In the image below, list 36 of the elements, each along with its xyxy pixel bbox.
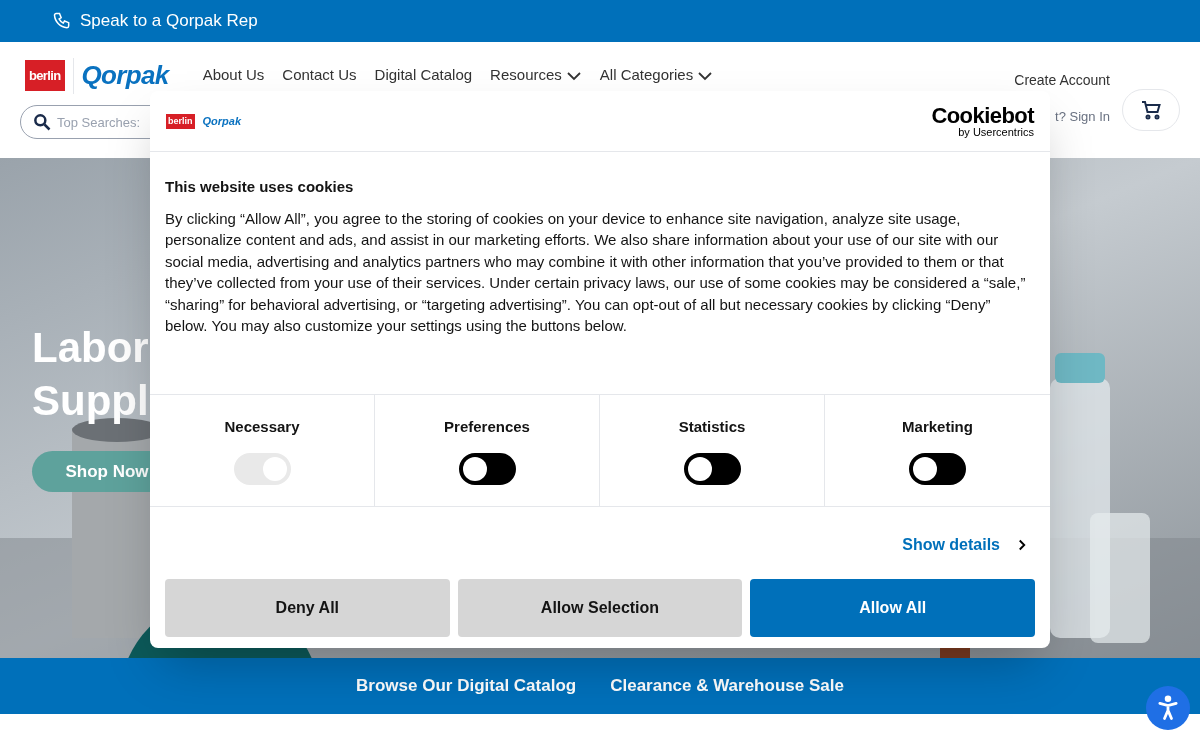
promo-link[interactable]: Clearance & Warehouse Sale	[610, 673, 844, 699]
consent-button[interactable]: Allow Selection	[457, 579, 743, 637]
consent-button[interactable]: Allow All	[750, 579, 1035, 637]
logo-mark: berlin	[166, 113, 195, 129]
dialog-body: By clicking “Allow All”, you agree to the storing of cookies on your device to enhance site navigation, analyze site usage, personalize content and ads, and assist in our marketing efforts. We also share information about your use of our site with our social media, advertising and analytics partners who may combine it with other information that you’ve provided to them or that they’ve collected from your use of their services. Under certain privacy laws, our use of some cookies may be considered a “sale,” “sharing” for behavioral advertising, or “targeting advertising”. You can opt-out of all but necessary cookies by clicking “Deny” below. You may also customize your settings using the buttons below.	[165, 208, 1027, 336]
hero-heading: Labor	[32, 323, 149, 373]
phone-link[interactable]: Speak to a Qorpak Rep	[80, 8, 258, 34]
logo-mark: berlin	[25, 60, 65, 91]
nav-link[interactable]: About Us	[202, 64, 265, 87]
provider-logo: Cookiebot	[931, 104, 1034, 127]
nav-link[interactable]: Digital Catalog	[374, 64, 473, 87]
dialog-title: This website uses cookies	[165, 177, 355, 197]
provider-byline: by Usercentrics	[958, 126, 1034, 138]
sign-in-link[interactable]: t? Sign In	[1055, 106, 1110, 127]
category-label: Preferences	[444, 417, 530, 438]
category-label: Necessary	[224, 417, 300, 438]
accessibility-button[interactable]	[1146, 686, 1190, 730]
nav-link[interactable]: Resources	[490, 64, 582, 87]
cart-icon	[1139, 98, 1163, 122]
category-label: Marketing	[902, 417, 973, 438]
promo-link[interactable]: Browse Our Digital Catalog	[356, 673, 577, 699]
toggle-switch[interactable]	[909, 452, 966, 485]
nav-link[interactable]: Contact Us	[282, 64, 357, 87]
phone-icon	[52, 11, 72, 31]
nav-link[interactable]: All Categories	[599, 64, 714, 87]
create-account-link[interactable]: Create Account	[1014, 69, 1110, 91]
toggle-switch[interactable]	[683, 452, 741, 485]
brand-logo: Qorpak	[81, 59, 169, 92]
toggle-switch[interactable]	[458, 452, 516, 485]
search-icon	[32, 112, 52, 132]
consent-button[interactable]: Deny All	[165, 579, 450, 637]
chevron-right-icon	[1016, 539, 1028, 551]
hero-heading: Suppl	[32, 376, 149, 426]
show-details-link[interactable]: Show details	[902, 533, 1028, 557]
category-label: Statistics	[678, 417, 746, 438]
brand-logo: Qorpak	[202, 113, 242, 129]
